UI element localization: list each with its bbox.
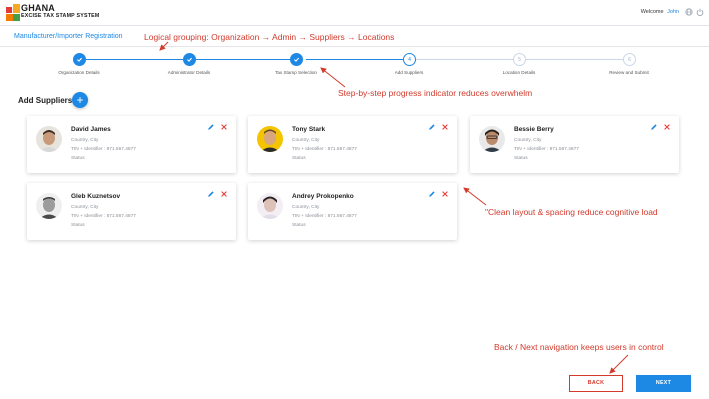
avatar xyxy=(479,126,505,152)
step-6-circle[interactable]: 6 xyxy=(623,53,636,66)
delete-icon[interactable] xyxy=(441,123,449,131)
step-4-label: Add Suppliers xyxy=(394,70,424,75)
supplier-location: Country, City xyxy=(292,138,320,143)
supplier-card[interactable]: Bessie Berry Country, City TIN + Identif… xyxy=(470,116,679,173)
power-icon[interactable] xyxy=(696,8,704,16)
annotation-progress: Step-by-step progress indicator reduces … xyxy=(338,88,533,98)
supplier-card[interactable]: Gleb Kuznetsov Country, City TIN + Ident… xyxy=(27,183,236,240)
supplier-tin: TIN + Identifier : 871.567.4877 xyxy=(71,214,136,219)
step-1-label: Organization Details xyxy=(58,70,100,75)
edit-icon[interactable] xyxy=(428,190,436,198)
edit-icon[interactable] xyxy=(650,123,658,131)
supplier-tin: TIN + Identifier : 871.567.4877 xyxy=(292,147,357,152)
user-name-link[interactable]: John xyxy=(667,9,679,15)
step-2-label: Administrator Details xyxy=(167,70,211,75)
supplier-name: Bessie Berry xyxy=(514,126,554,133)
avatar xyxy=(36,126,62,152)
annotation-grouping: Logical grouping: Organization → Admin →… xyxy=(144,32,395,42)
add-supplier-button[interactable]: + xyxy=(72,92,88,108)
supplier-status: Status xyxy=(71,156,85,161)
step-5-label: Location Details xyxy=(502,70,536,75)
page: GHANA EXCISE TAX STAMP SYSTEM Welcome Jo… xyxy=(0,0,709,399)
supplier-status: Status xyxy=(71,223,85,228)
annotation-layout: "Clean layout & spacing reduce cognitive… xyxy=(485,207,658,217)
supplier-name: David James xyxy=(71,126,111,133)
delete-icon[interactable] xyxy=(663,123,671,131)
step-3-label: Tax Stamp Selection xyxy=(275,70,317,75)
supplier-location: Country, City xyxy=(292,205,320,210)
step-6-label: Review and Submit xyxy=(609,70,649,75)
check-icon xyxy=(294,57,300,62)
logo-subtitle: EXCISE TAX STAMP SYSTEM xyxy=(21,13,100,19)
welcome-label: Welcome xyxy=(640,9,664,15)
next-button[interactable]: NEXT xyxy=(636,375,691,392)
annotation-navigation: Back / Next navigation keeps users in co… xyxy=(494,342,664,352)
arrow-layout xyxy=(463,187,487,206)
globe-icon[interactable] xyxy=(685,8,693,16)
back-button[interactable]: BACK xyxy=(569,375,623,392)
supplier-status: Status xyxy=(514,156,528,161)
step-1-circle[interactable] xyxy=(73,53,86,66)
step-connector xyxy=(526,59,623,60)
supplier-card[interactable]: Tony Stark Country, City TIN + Identifie… xyxy=(248,116,457,173)
supplier-location: Country, City xyxy=(71,138,99,143)
check-icon xyxy=(187,57,193,62)
delete-icon[interactable] xyxy=(220,123,228,131)
edit-icon[interactable] xyxy=(207,123,215,131)
step-connector xyxy=(196,59,293,60)
supplier-name: Gleb Kuznetsov xyxy=(71,193,121,200)
step-connector xyxy=(86,59,183,60)
edit-icon[interactable] xyxy=(428,123,436,131)
section-title: Add Suppliers xyxy=(18,96,73,105)
delete-icon[interactable] xyxy=(220,190,228,198)
supplier-tin: TIN + Identifier : 871.567.4877 xyxy=(292,214,357,219)
supplier-location: Country, City xyxy=(514,138,542,143)
check-icon xyxy=(77,57,83,62)
delete-icon[interactable] xyxy=(441,190,449,198)
supplier-name: Andrey Prokopenko xyxy=(292,193,354,200)
step-5-circle[interactable]: 5 xyxy=(513,53,526,66)
supplier-location: Country, City xyxy=(71,205,99,210)
welcome-text: Welcome John xyxy=(641,9,679,15)
supplier-card[interactable]: David James Country, City TIN + Identifi… xyxy=(27,116,236,173)
step-4-circle[interactable]: 4 xyxy=(403,53,416,66)
logo-icon xyxy=(6,4,20,21)
page-title: Manufacturer/Importer Registration xyxy=(14,33,123,40)
top-bar: GHANA EXCISE TAX STAMP SYSTEM Welcome Jo… xyxy=(0,0,709,26)
edit-icon[interactable] xyxy=(207,190,215,198)
step-2-circle[interactable] xyxy=(183,53,196,66)
step-3-circle[interactable] xyxy=(290,53,303,66)
supplier-card[interactable]: Andrey Prokopenko Country, City TIN + Id… xyxy=(248,183,457,240)
supplier-name: Tony Stark xyxy=(292,126,326,133)
step-connector xyxy=(416,59,513,60)
avatar xyxy=(257,126,283,152)
supplier-status: Status xyxy=(292,223,306,228)
arrow-navigation xyxy=(609,354,629,374)
logo-title: GHANA xyxy=(21,3,55,13)
avatar xyxy=(36,193,62,219)
supplier-tin: TIN + Identifier : 871.567.4877 xyxy=(71,147,136,152)
avatar xyxy=(257,193,283,219)
supplier-status: Status xyxy=(292,156,306,161)
step-connector xyxy=(306,59,403,60)
supplier-tin: TIN + Identifier : 871.567.4877 xyxy=(514,147,579,152)
